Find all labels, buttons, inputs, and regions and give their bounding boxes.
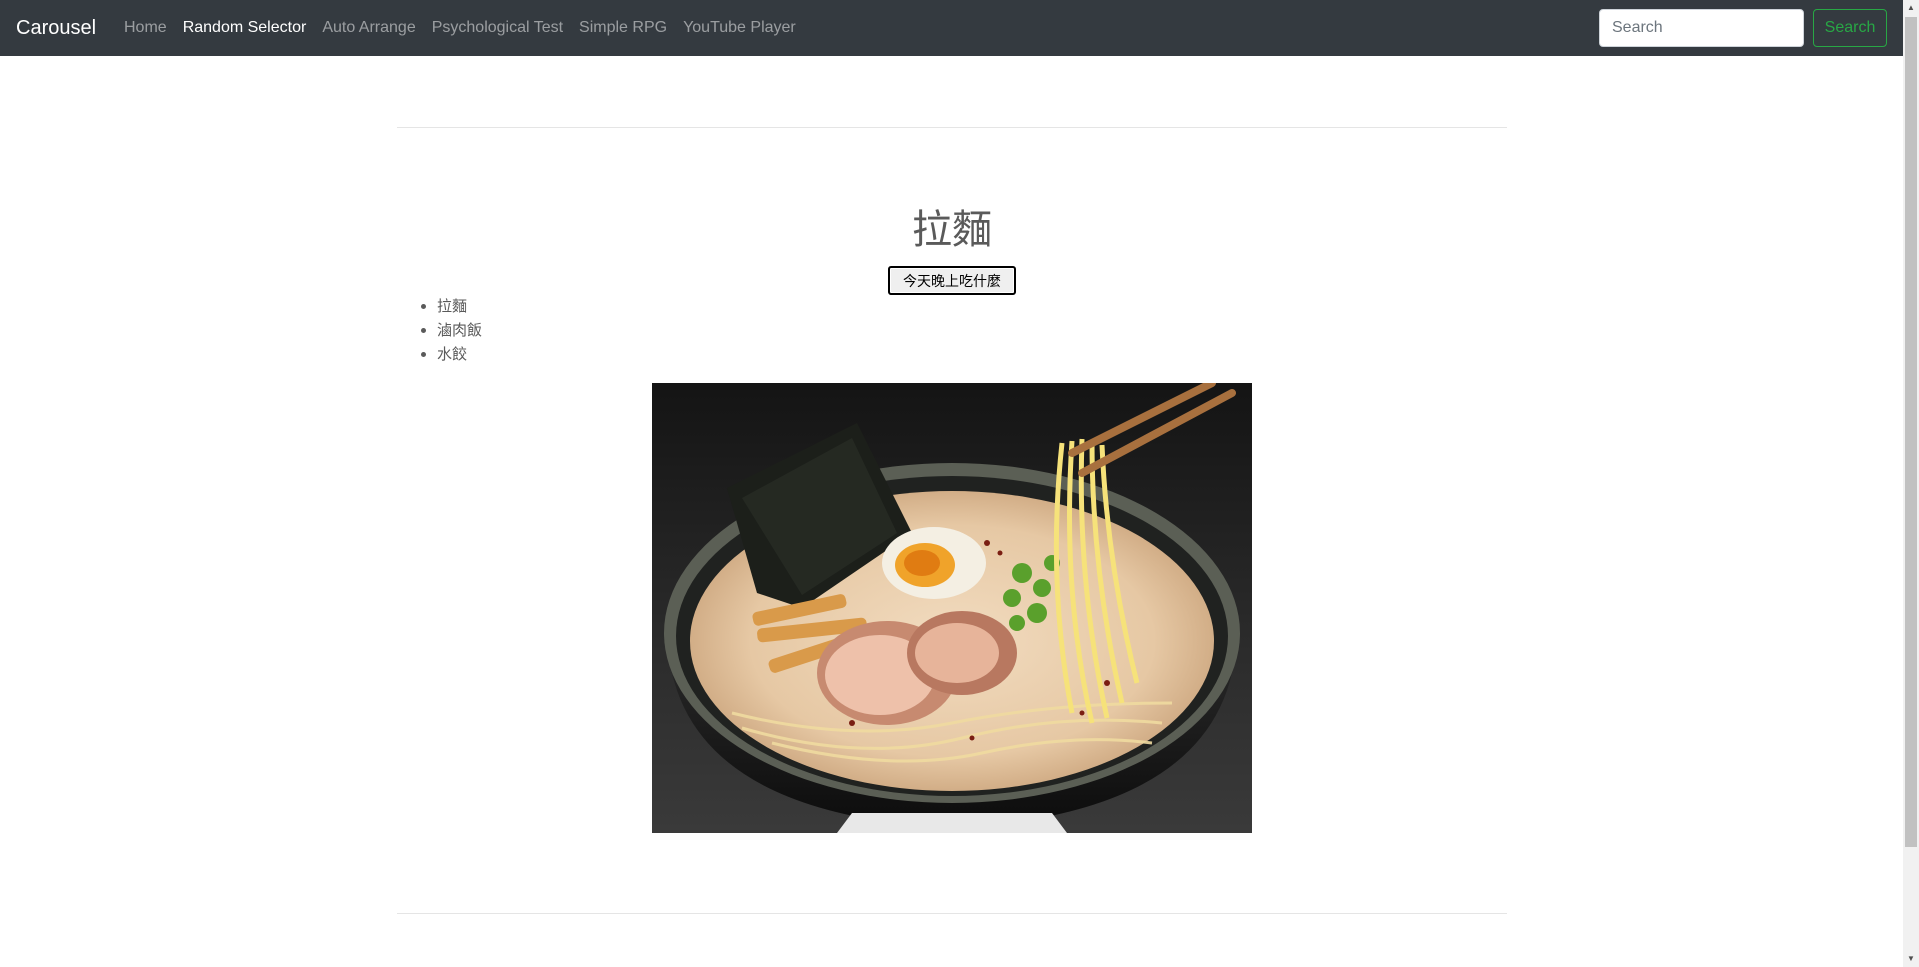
top-navbar: Carousel Home Random Selector Auto Arran… xyxy=(0,0,1903,56)
nav-link-youtube-player[interactable]: YouTube Player xyxy=(675,17,804,39)
search-button[interactable]: Search xyxy=(1813,9,1887,47)
nav-link-auto-arrange[interactable]: Auto Arrange xyxy=(314,17,423,39)
list-item: 拉麵 xyxy=(437,294,482,318)
nav-link-simple-rpg[interactable]: Simple RPG xyxy=(571,17,675,39)
list-item: 水餃 xyxy=(437,342,482,366)
divider-top xyxy=(397,127,1507,128)
ramen-image xyxy=(652,383,1252,833)
food-option-list: 拉麵 滷肉飯 水餃 xyxy=(397,294,482,366)
selected-food-title: 拉麵 xyxy=(912,207,992,253)
divider-bottom xyxy=(397,913,1507,914)
scroll-up-arrow-icon[interactable]: ▲ xyxy=(1903,0,1919,16)
scroll-thumb[interactable] xyxy=(1905,17,1917,847)
nav-link-random-selector[interactable]: Random Selector xyxy=(175,17,315,39)
page-scrollbar[interactable]: ▲ ▼ xyxy=(1903,0,1919,967)
brand-link[interactable]: Carousel xyxy=(16,15,96,41)
nav-link-psychological-test[interactable]: Psychological Test xyxy=(424,17,571,39)
search-input[interactable] xyxy=(1599,9,1804,47)
nav-links: Home Random Selector Auto Arrange Psycho… xyxy=(116,17,804,39)
list-item: 滷肉飯 xyxy=(437,318,482,342)
nav-link-home[interactable]: Home xyxy=(116,17,175,39)
scroll-down-arrow-icon[interactable]: ▼ xyxy=(1903,951,1919,967)
pick-dinner-button[interactable]: 今天晚上吃什麼 xyxy=(888,266,1016,295)
